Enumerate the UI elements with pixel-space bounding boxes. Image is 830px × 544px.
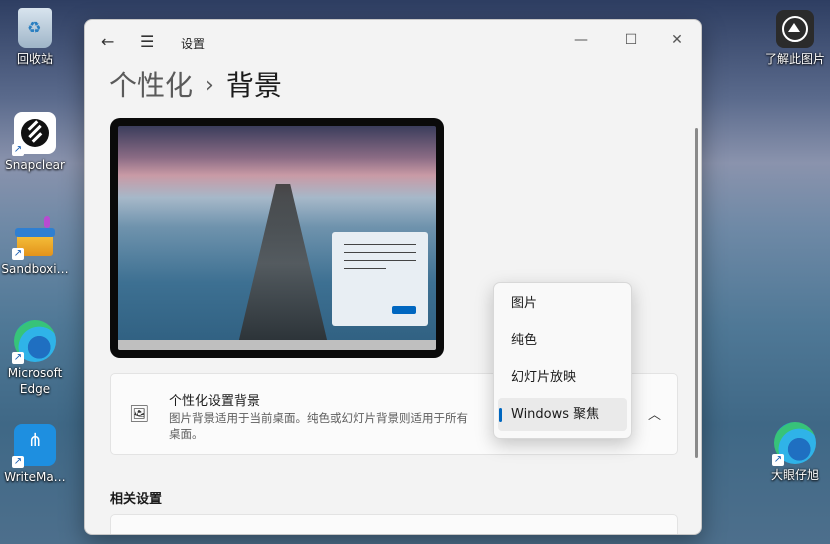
card-description: 图片背景适用于当前桌面。纯色或幻灯片背景则适用于所有桌面。 (169, 411, 468, 441)
desktop-icon-writemapper[interactable]: ⋔ ↗ WriteMa… (0, 424, 73, 485)
preview-taskbar (118, 340, 436, 350)
edge-icon: ↗ (12, 320, 56, 364)
desktop-icon-label: WriteMa… (4, 470, 66, 484)
breadcrumb-separator: › (205, 73, 214, 98)
edge-icon: ↗ (772, 422, 816, 466)
shortcut-arrow-icon: ↗ (12, 248, 24, 260)
dropdown-option-picture[interactable]: 图片 (498, 287, 627, 320)
preview-button (392, 306, 416, 314)
sandboxie-icon: ↗ (12, 216, 56, 260)
learn-picture-icon (776, 10, 814, 48)
desktop-icon-label: Snapclear (5, 158, 65, 172)
desktop-icon-label: Sandboxi… (1, 262, 69, 276)
back-arrow-icon[interactable]: ← (101, 32, 114, 51)
maximize-icon[interactable]: ☐ (611, 26, 651, 54)
desktop-icon-label: Microsoft Edge (7, 366, 63, 396)
breadcrumb-parent[interactable]: 个性化 (109, 69, 193, 102)
desktop-icon-edge-2[interactable]: ↗ 大眼仔旭 (757, 422, 830, 483)
related-settings-heading: 相关设置 (110, 492, 163, 507)
background-type-dropdown[interactable]: 图片 纯色 幻灯片放映 Windows 聚焦 (493, 282, 632, 439)
selection-indicator (499, 408, 502, 422)
dropdown-option-label: Windows 聚焦 (511, 407, 600, 422)
dropdown-option-slideshow[interactable]: 幻灯片放映 (498, 361, 627, 394)
shortcut-arrow-icon: ↗ (12, 352, 24, 364)
preview-window-mockup (332, 232, 428, 326)
dropdown-option-solid-color[interactable]: 纯色 (498, 324, 627, 357)
dropdown-option-windows-spotlight[interactable]: Windows 聚焦 (498, 398, 627, 431)
desktop-icon-snapclear[interactable]: ↗ Snapclear (0, 112, 73, 173)
shortcut-arrow-icon: ↗ (12, 456, 24, 468)
title-bar: ← ☰ 设置 — ☐ ✕ (85, 20, 701, 66)
desktop-icon-edge[interactable]: ↗ Microsoft Edge (0, 320, 73, 397)
chevron-up-icon[interactable]: ︿ (648, 404, 661, 423)
snapclear-icon: ↗ (12, 112, 56, 156)
breadcrumb-current: 背景 (225, 69, 282, 102)
menu-icon[interactable]: ☰ (140, 32, 154, 51)
writemapper-icon: ⋔ ↗ (12, 424, 56, 468)
scrollbar-thumb[interactable] (695, 128, 698, 458)
app-title: 设置 (181, 37, 206, 51)
picture-icon: 🖼 (129, 404, 150, 423)
related-settings-card[interactable] (110, 514, 678, 534)
desktop-icon-learn-picture[interactable]: 了解此图片 (757, 10, 830, 67)
minimize-icon[interactable]: — (561, 26, 601, 54)
desktop-icon-label: 回收站 (16, 52, 53, 66)
preview-wallpaper (118, 126, 436, 350)
preview-pier-image (238, 184, 328, 344)
desktop-icon-recycle-bin[interactable]: ♻ 回收站 (0, 8, 73, 67)
background-preview (110, 118, 444, 358)
recycle-bin-icon: ♻ (18, 8, 52, 48)
shortcut-arrow-icon: ↗ (12, 144, 24, 156)
breadcrumb: 个性化 › 背景 (109, 64, 282, 104)
settings-window: ← ☰ 设置 — ☐ ✕ 个性化 › 背景 🖼 个性化设置背景 图片背景适用于当前桌… (84, 19, 702, 535)
desktop-icon-label: 了解此图片 (764, 52, 825, 66)
desktop-icon-label: 大眼仔旭 (770, 468, 819, 482)
card-title: 个性化设置背景 (169, 394, 261, 409)
close-icon[interactable]: ✕ (657, 26, 697, 54)
shortcut-arrow-icon: ↗ (772, 454, 784, 466)
desktop-icon-sandboxie[interactable]: ↗ Sandboxi… (0, 216, 73, 277)
